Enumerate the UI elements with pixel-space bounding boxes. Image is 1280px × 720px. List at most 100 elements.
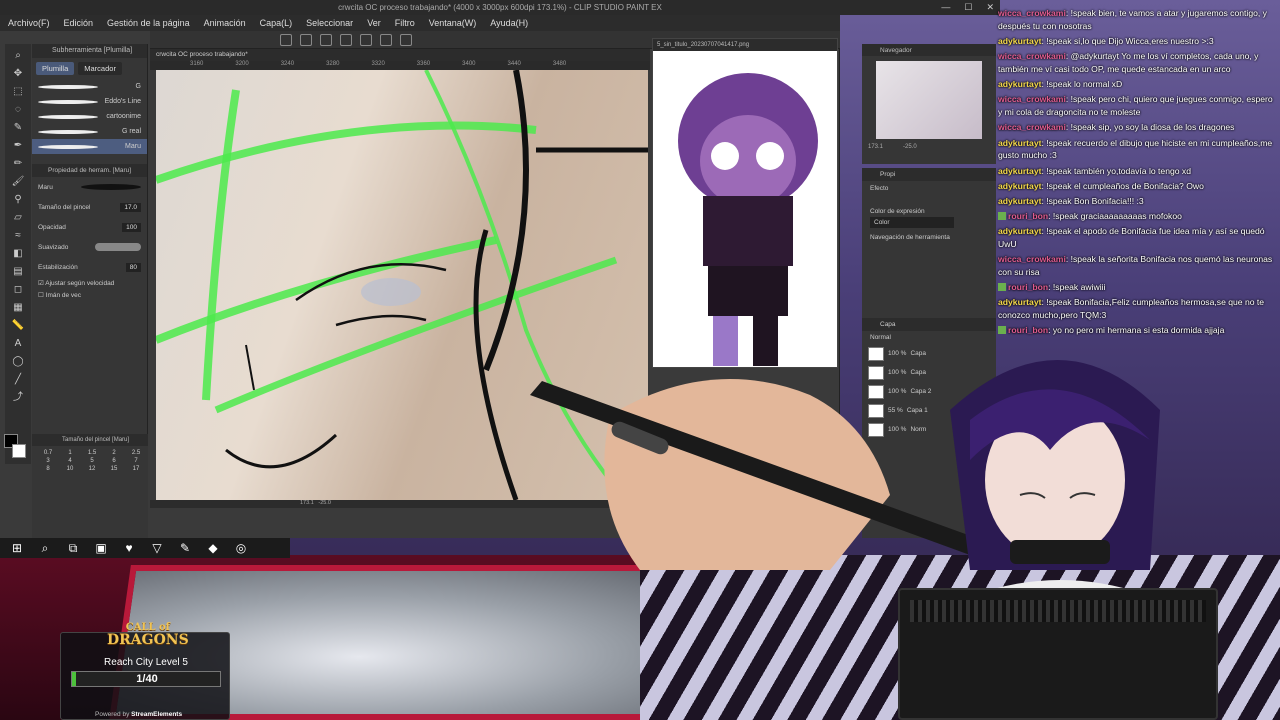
brush-tool-icon[interactable]: 🖌 <box>11 176 25 188</box>
transform-icon[interactable] <box>340 33 352 46</box>
maximize-icon[interactable]: ☐ <box>964 2 972 13</box>
sub-color[interactable] <box>12 444 26 458</box>
brush-item[interactable]: G <box>32 79 147 94</box>
size-input[interactable]: 17.0 <box>120 202 141 212</box>
chat-username[interactable]: adykurtayt <box>998 138 1041 148</box>
chat-username[interactable]: adykurtayt <box>998 297 1041 307</box>
size-preset[interactable]: 6 <box>104 458 124 464</box>
app-icon[interactable]: ◎ <box>234 541 248 555</box>
chat-username[interactable]: adykurtayt <box>998 79 1041 89</box>
canvas-tab[interactable]: crwcita OC proceso trabajando* <box>150 49 650 61</box>
menu-seleccionar[interactable]: Seleccionar <box>306 18 353 28</box>
task-view-icon[interactable]: ⧉ <box>66 541 80 555</box>
menu-filtro[interactable]: Filtro <box>395 18 415 28</box>
gradient-tool-icon[interactable]: ▤ <box>11 266 25 278</box>
size-preset[interactable]: 0.7 <box>38 450 58 456</box>
text-tool-icon[interactable]: A <box>11 338 25 350</box>
menu-archivo[interactable]: Archivo(F) <box>8 18 50 28</box>
ruler-tool-icon[interactable]: 📏 <box>11 320 25 332</box>
chat-username[interactable]: adykurtayt <box>998 181 1041 191</box>
stabilization-input[interactable]: 80 <box>125 262 141 272</box>
brush-item[interactable]: cartoonime <box>32 109 147 124</box>
size-preset[interactable]: 17 <box>126 466 146 472</box>
undo-icon[interactable] <box>280 33 292 46</box>
size-preset[interactable]: 8 <box>38 466 58 472</box>
chat-username[interactable]: wicca_crowkami <box>998 94 1066 104</box>
reference-image <box>678 73 818 366</box>
app-icon[interactable]: ▽ <box>150 541 164 555</box>
explorer-icon[interactable]: ▣ <box>94 541 108 555</box>
menu-ayuda[interactable]: Ayuda(H) <box>490 18 528 28</box>
menu-edicion[interactable]: Edición <box>64 18 94 28</box>
frame-tool-icon[interactable]: ▦ <box>11 302 25 314</box>
opacity-input[interactable]: 100 <box>122 222 141 232</box>
brush-item-selected[interactable]: Maru <box>32 139 147 154</box>
menu-gestion[interactable]: Gestión de la página <box>107 18 190 28</box>
menu-animacion[interactable]: Animación <box>204 18 246 28</box>
pen-tool-icon[interactable]: ✒ <box>11 140 25 152</box>
chat-username[interactable]: adykurtayt <box>998 226 1041 236</box>
tab-marcador[interactable]: Marcador <box>78 62 122 75</box>
chat-username[interactable]: wicca_crowkami <box>998 8 1066 18</box>
zoom-tool-icon[interactable]: ⌕ <box>11 50 25 62</box>
app-icon[interactable]: ✎ <box>178 541 192 555</box>
blend-tool-icon[interactable]: ≈ <box>11 230 25 242</box>
figure-tool-icon[interactable]: ◻ <box>11 284 25 296</box>
smoothing-slider[interactable] <box>95 243 141 251</box>
lasso-tool-icon[interactable]: ◌ <box>11 104 25 116</box>
close-icon[interactable]: ✕ <box>986 2 994 13</box>
size-preset[interactable]: 2 <box>104 450 124 456</box>
chat-username[interactable]: adykurtayt <box>998 166 1041 176</box>
select-tool-icon[interactable]: ⬚ <box>11 86 25 98</box>
vector-magnet-checkbox[interactable]: ☐ Imán de vec <box>32 289 147 301</box>
adjust-speed-checkbox[interactable]: ☑ Ajustar según velocidad <box>32 277 147 289</box>
menu-ventana[interactable]: Ventana(W) <box>429 18 477 28</box>
menu-ver[interactable]: Ver <box>367 18 381 28</box>
chat-username[interactable]: wicca_crowkami <box>998 254 1066 264</box>
snap-icon[interactable] <box>380 33 392 46</box>
chat-username[interactable]: adykurtayt <box>998 36 1041 46</box>
minimize-icon[interactable]: — <box>941 2 950 13</box>
clear-icon[interactable] <box>320 33 332 46</box>
move-tool-icon[interactable]: ✥ <box>11 68 25 80</box>
property-panel: Propi Efecto Color de expresión Color Na… <box>862 168 996 318</box>
search-icon[interactable]: ⌕ <box>38 541 52 555</box>
app-icon[interactable]: ♥ <box>122 541 136 555</box>
size-preset[interactable]: 1.5 <box>82 450 102 456</box>
deselect-icon[interactable] <box>360 33 372 46</box>
color-swatches[interactable] <box>2 430 30 480</box>
size-preset[interactable]: 1 <box>60 450 80 456</box>
chat-username[interactable]: rouri_bon <box>1008 282 1048 292</box>
chat-username[interactable]: adykurtayt <box>998 196 1041 206</box>
redo-icon[interactable] <box>300 33 312 46</box>
eraser-tool-icon[interactable]: ▱ <box>11 212 25 224</box>
size-preset[interactable]: 7 <box>126 458 146 464</box>
expression-select[interactable]: Color <box>870 217 954 228</box>
size-preset[interactable]: 4 <box>60 458 80 464</box>
correct-tool-icon[interactable]: ⤴ <box>11 392 25 404</box>
ruler-snap-icon[interactable] <box>400 33 412 46</box>
pencil-tool-icon[interactable]: ✏ <box>11 158 25 170</box>
size-preset[interactable]: 5 <box>82 458 102 464</box>
size-preset[interactable]: 15 <box>104 466 124 472</box>
size-preset[interactable]: 10 <box>60 466 80 472</box>
chat-username[interactable]: wicca_crowkami <box>998 122 1066 132</box>
size-preset[interactable]: 12 <box>82 466 102 472</box>
size-preset[interactable]: 2.5 <box>126 450 146 456</box>
app-icon[interactable]: ◆ <box>206 541 220 555</box>
balloon-tool-icon[interactable]: ◯ <box>11 356 25 368</box>
tab-plumilla[interactable]: Plumilla <box>36 62 75 75</box>
chat-username[interactable]: rouri_bon <box>1008 211 1048 221</box>
brush-item[interactable]: Eddo's Line <box>32 94 147 109</box>
airbrush-tool-icon[interactable]: ⚲ <box>11 194 25 206</box>
size-preset[interactable]: 3 <box>38 458 58 464</box>
line-tool-icon[interactable]: ╱ <box>11 374 25 386</box>
navigator-preview[interactable] <box>876 61 982 139</box>
brush-item[interactable]: G real <box>32 124 147 139</box>
fill-tool-icon[interactable]: ◧ <box>11 248 25 260</box>
chat-username[interactable]: wicca_crowkami <box>998 51 1066 61</box>
eyedropper-tool-icon[interactable]: ✎ <box>11 122 25 134</box>
windows-start-icon[interactable]: ⊞ <box>10 541 24 555</box>
reference-tab[interactable]: 5_sin_titulo_20230707041417.png <box>653 39 837 51</box>
menu-capa[interactable]: Capa(L) <box>260 18 293 28</box>
